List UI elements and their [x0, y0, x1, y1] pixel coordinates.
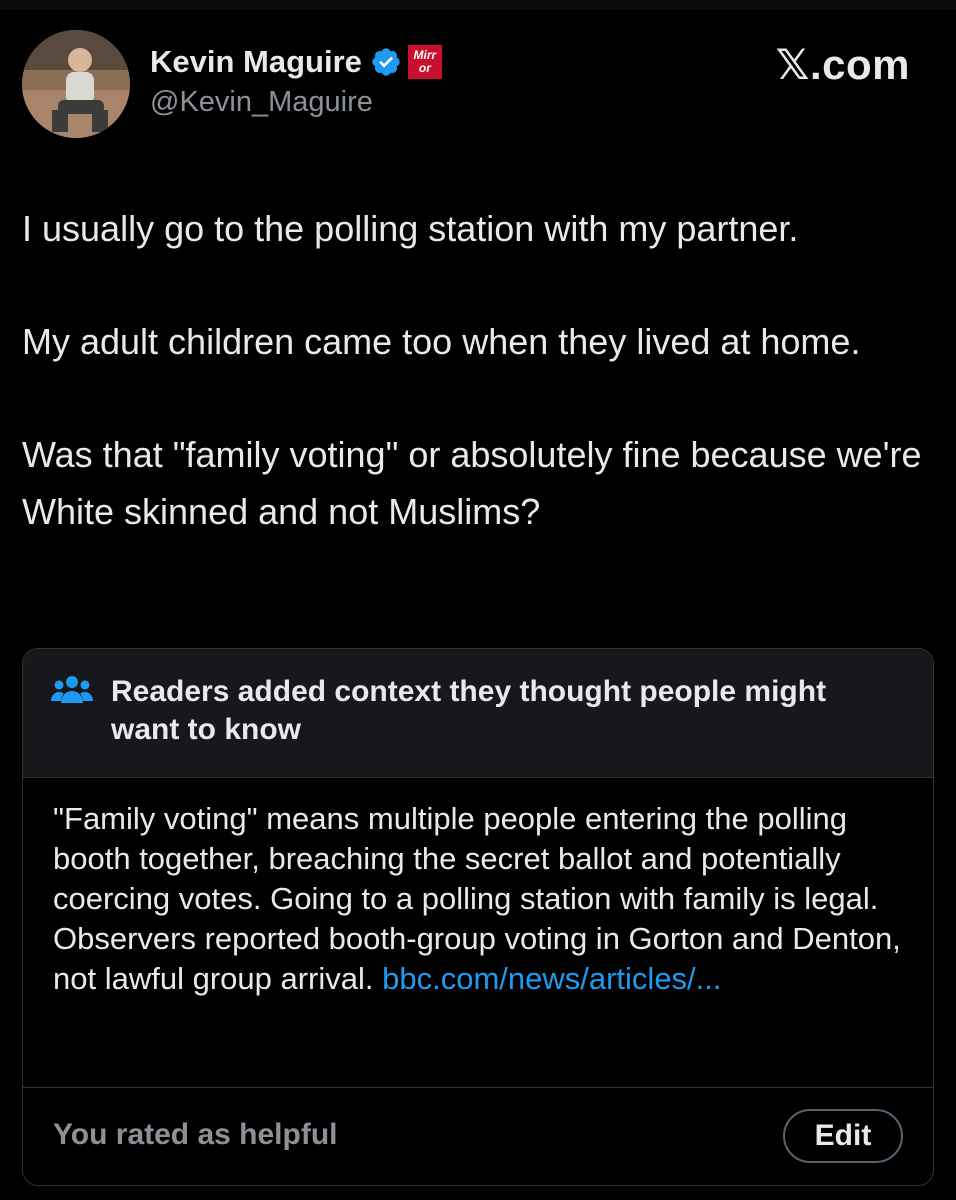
community-note-header: Readers added context they thought peopl…: [23, 649, 933, 778]
community-note-footer: You rated as helpful Edit: [23, 1087, 933, 1185]
tweet-paragraph: I usually go to the polling station with…: [22, 208, 799, 249]
verified-badge-icon: [372, 48, 400, 76]
community-note-link[interactable]: bbc.com/news/articles/...: [382, 961, 721, 996]
community-note-body: "Family voting" means multiple people en…: [53, 799, 913, 999]
tweet-paragraph: Was that "family voting" or absolutely f…: [22, 434, 922, 532]
avatar[interactable]: [22, 30, 130, 138]
community-note-title: Readers added context they thought peopl…: [111, 675, 827, 746]
author-handle[interactable]: @Kevin_Maguire: [150, 86, 373, 119]
edit-rating-button[interactable]: Edit: [783, 1109, 903, 1163]
people-icon: [51, 676, 93, 703]
mirror-logo-text-2: or: [418, 61, 431, 75]
mirror-affiliation-badge[interactable]: Mirr or: [407, 45, 442, 79]
avatar-photo: [22, 30, 130, 138]
author-name[interactable]: Kevin Maguire: [150, 44, 362, 80]
tweet-paragraph: My adult children came too when they liv…: [22, 321, 861, 362]
tweet-body: I usually go to the polling station with…: [22, 200, 942, 596]
top-edge: [0, 0, 956, 10]
rating-status: You rated as helpful: [53, 1118, 338, 1151]
x-com-watermark: 𝕏.com: [775, 41, 910, 88]
community-note: Readers added context they thought peopl…: [22, 648, 934, 1186]
author-name-row: Kevin Maguire Mirr or: [150, 40, 442, 84]
